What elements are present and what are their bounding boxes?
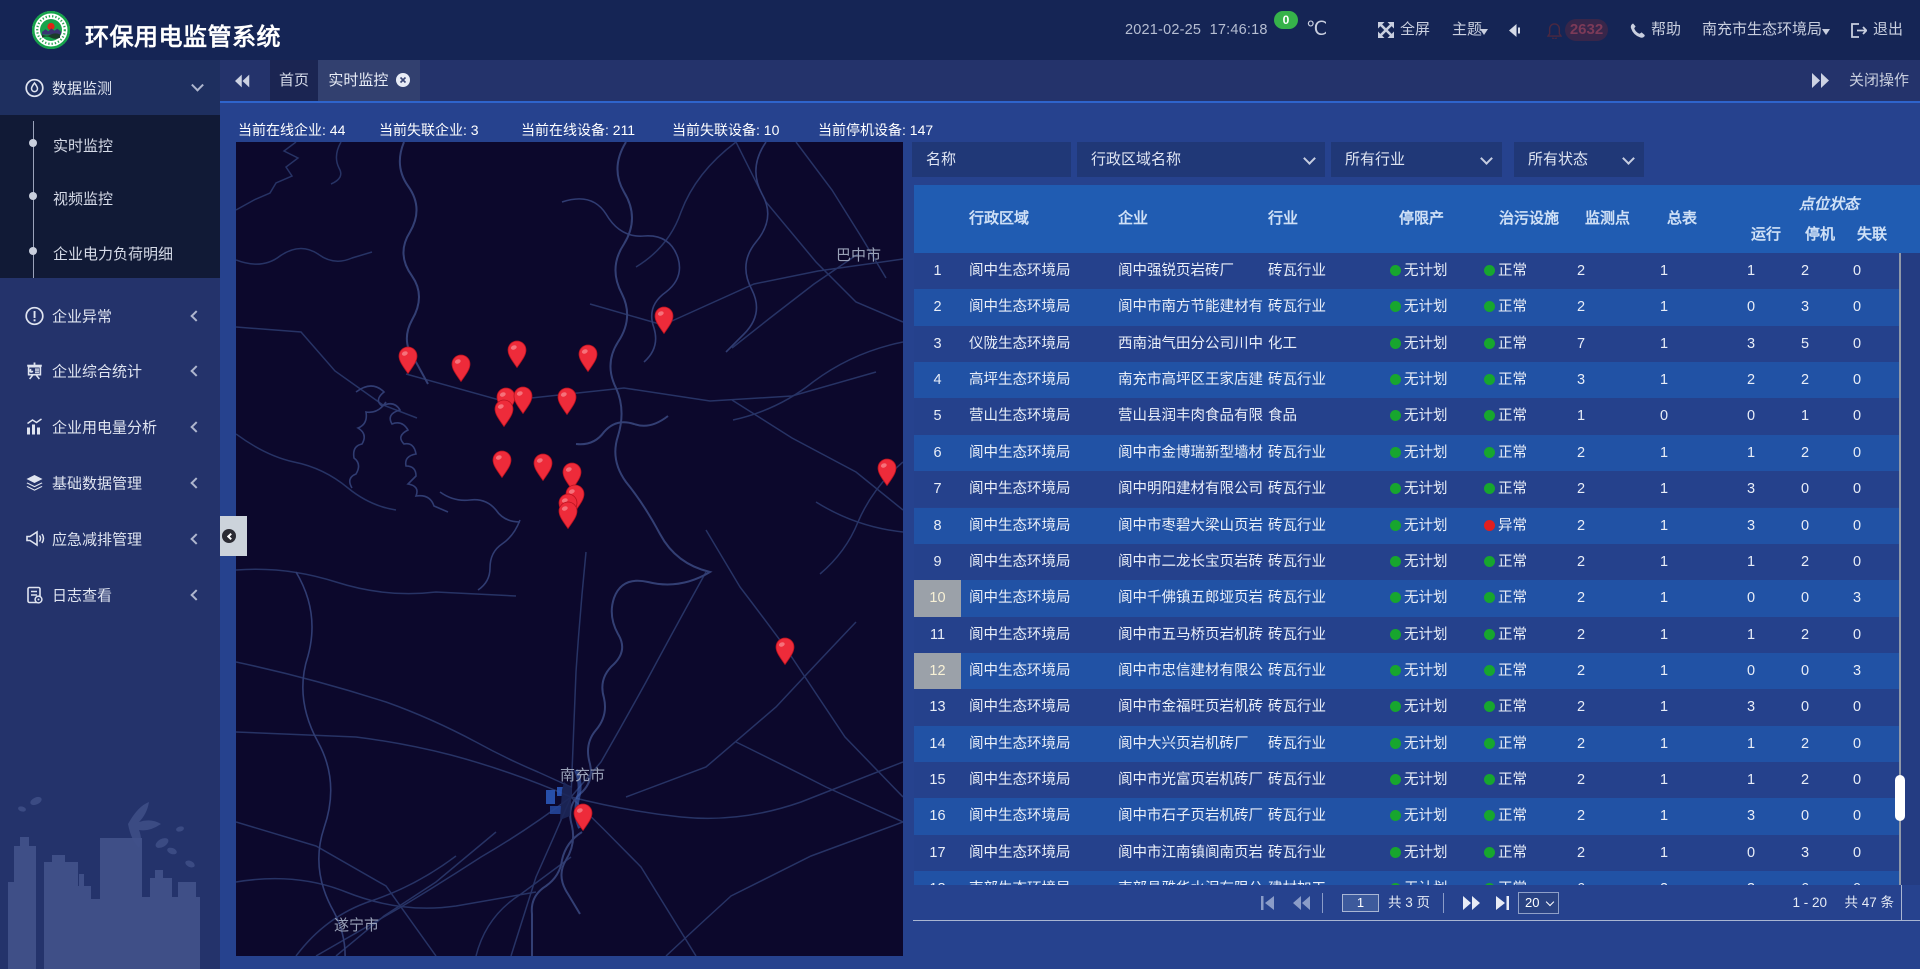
svg-text:巴中市: 巴中市: [836, 247, 881, 264]
svg-text:南充市: 南充市: [560, 767, 605, 784]
svg-text:遂宁市: 遂宁市: [334, 917, 379, 934]
